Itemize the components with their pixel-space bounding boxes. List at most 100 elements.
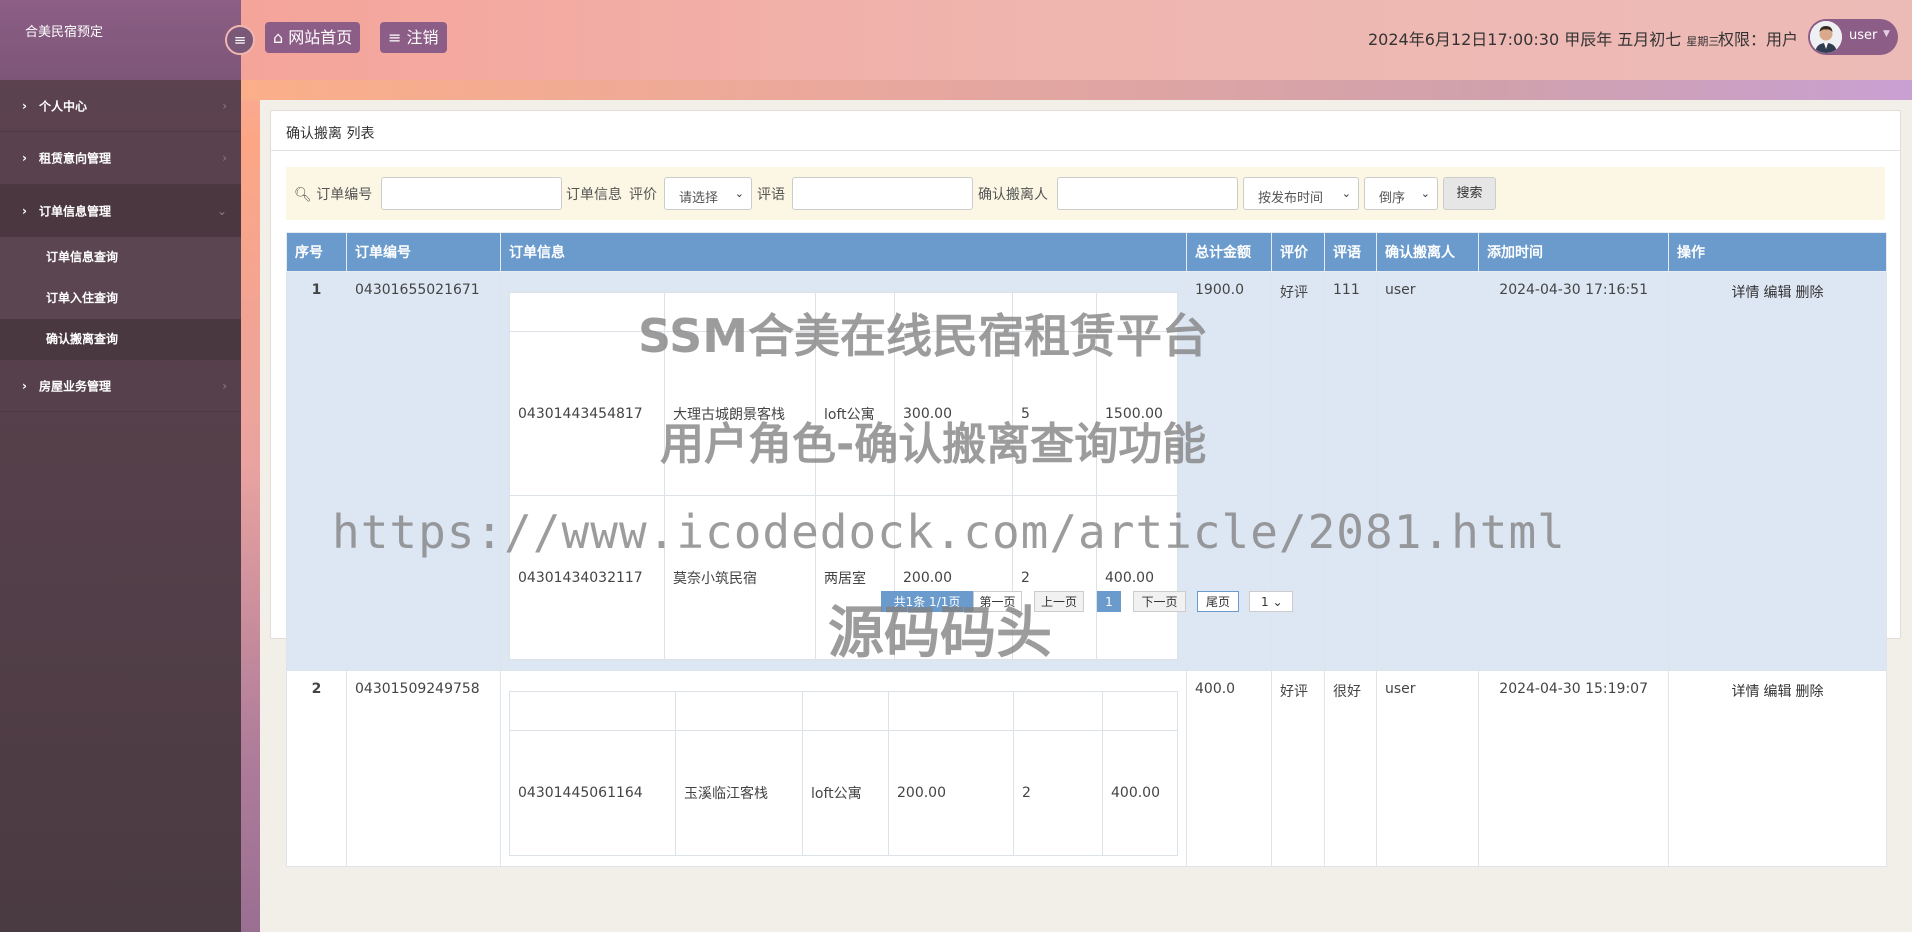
cell-comment: 很好 [1324,670,1377,867]
sort-select[interactable]: 按发布时间 ⌄ [1243,177,1359,210]
nested-header: 租赁月数 [1013,691,1103,731]
detail-link[interactable]: 详情 [1732,285,1760,301]
nested-cell: 两居室 [815,495,895,660]
confirmer-label: 确认搬离人 [978,187,1048,203]
order-no-label-text: 订单编号 [316,187,373,203]
chevron-down-icon: ⌄ [216,203,227,218]
delete-link[interactable]: 删除 [1796,684,1824,700]
nested-header: 每月租赁价格 [888,691,1014,731]
sort-select-value: 按发布时间 [1258,191,1324,206]
sidebar-item-label: 租赁意向管理 [39,151,112,166]
comment-input[interactable] [792,177,973,210]
next-page-button[interactable]: 下一页 [1133,591,1186,612]
header-time: 添加时间 [1478,232,1669,272]
chevron-right-icon: › [22,98,27,113]
pagination: 共1条 1/1页 第一页 上一页 1 下一页 尾页 1 ⌄ [271,591,1900,613]
datetime-display: 2024年6月12日17:00:30 甲辰年 五月初七 星期三 [1368,26,1719,50]
prev-page-button[interactable]: 上一页 [1034,591,1084,612]
panel-title: 确认搬离 列表 [271,111,1900,151]
edit-link[interactable]: 编辑 [1764,285,1792,301]
delete-link[interactable]: 删除 [1796,285,1824,301]
edit-link[interactable]: 编辑 [1764,684,1792,700]
rating-select[interactable]: 请选择 ⌄ [664,177,752,210]
brand-title: 合美民宿预定 [0,0,241,80]
nested-cell: 400.00 [1096,495,1178,660]
sidebar-subitem-checkin-query[interactable]: 订单入住查询 [0,278,241,319]
cell-confirmer: user [1376,670,1479,867]
page-jump-value: 1 [1261,595,1269,609]
order-no-input[interactable] [381,177,562,210]
confirmer-input[interactable] [1057,177,1238,210]
nested-header: 民宿编号 [509,691,676,731]
sidebar-item-order-info[interactable]: › 订单信息管理 ⌄ [0,185,241,237]
order-info-label: 订单信息 [566,187,622,203]
nested-cell: 2 [1013,730,1103,856]
sidebar: 合美民宿预定 › 个人中心 › › 租赁意向管理 › › 订单信息管理 ⌄ 订单… [0,0,241,932]
chevron-right-icon: › [222,151,227,165]
nested-cell: loft公寓 [802,730,889,856]
sidebar-item-house-business[interactable]: › 房屋业务管理 › [0,360,241,412]
detail-link[interactable]: 详情 [1732,684,1760,700]
nested-cell: 200.00 [888,730,1014,856]
menu-toggle-button[interactable]: ≡ [225,25,255,55]
chevron-right-icon: › [222,378,227,393]
order-items-table: 民宿编号 民宿名称 分类 每月租赁价格 租赁月数 小计 043014450611… [509,691,1178,856]
header-index: 序号 [286,232,347,272]
chevron-down-icon: ⌄ [734,187,744,200]
nested-cell: 大理古城朗景客栈 [664,331,816,496]
page-jump-select[interactable]: 1 ⌄ [1249,591,1293,612]
current-page[interactable]: 1 [1097,591,1121,612]
sidebar-item-rental-intent[interactable]: › 租赁意向管理 › [0,132,241,185]
user-menu[interactable]: user ▼ [1808,19,1898,55]
sidebar-item-label: 个人中心 [39,99,88,113]
search-button[interactable]: 搜索 [1443,177,1496,210]
order-no-label: 🔍︎ 订单编号 [294,184,372,204]
pagination-summary: 共1条 1/1页 [881,591,973,612]
order-select-value: 倒序 [1379,191,1406,206]
sidebar-subitem-moveout-query[interactable]: 确认搬离查询 [0,319,241,360]
chevron-right-icon: › [22,378,27,393]
table-row[interactable]: 2 04301509249758 民宿编号 民宿名称 分类 每月租赁价格 租赁月… [286,670,1887,867]
nested-cell: loft公寓 [815,331,895,496]
nested-row: 04301443454817 大理古城朗景客栈 loft公寓 300.00 5 … [509,331,1178,496]
rating-select-value: 请选择 [679,191,719,206]
cell-index: 2 [286,670,347,867]
decorative-gradient-edge [241,0,260,932]
order-select[interactable]: 倒序 ⌄ [1364,177,1438,210]
header-comment: 评语 [1324,232,1377,272]
chevron-down-icon: ⌄ [1341,187,1351,200]
sidebar-subitem-order-query[interactable]: 订单信息查询 [0,237,241,278]
nested-cell: 莫奈小筑民宿 [664,495,816,660]
chevron-right-icon: › [22,151,27,165]
nested-row: 04301434032117 莫奈小筑民宿 两居室 200.00 2 400.0… [509,495,1178,660]
logout-button[interactable]: ≡ 注销 [380,22,447,53]
logout-button-label: 注销 [406,28,439,47]
nested-cell: 04301445061164 [509,730,676,856]
header-order-no: 订单编号 [346,232,501,272]
nested-header: 民宿编号 [509,292,665,332]
caret-down-icon: ▼ [1883,29,1890,39]
cell-order-info: 民宿编号 民宿名称 分类 每月租赁价格 租赁月数 小计 043014450611… [500,670,1187,867]
username: user [1849,28,1878,43]
first-page-button[interactable]: 第一页 [973,591,1022,612]
nested-cell: 1500.00 [1096,331,1178,496]
cell-actions: 详情 编辑 删除 [1668,670,1887,867]
nested-header: 民宿名称 [675,691,803,731]
home-button[interactable]: ⌂ 网站首页 [265,22,361,53]
decorative-gradient-band [241,80,1912,100]
sidebar-item-personal-center[interactable]: › 个人中心 › [0,80,241,132]
table-header-row: 序号 订单编号 订单信息 总计金额 评价 评语 确认搬离人 添加时间 操作 [286,232,1887,272]
chevron-right-icon: › [22,203,27,218]
header-actions: 操作 [1668,232,1887,272]
hamburger-icon: ≡ [233,31,247,49]
rating-label: 评价 [629,187,657,203]
moveout-table: 序号 订单编号 订单信息 总计金额 评价 评语 确认搬离人 添加时间 操作 1 … [286,232,1887,867]
nested-cell: 04301434032117 [509,495,665,660]
nested-header: 分类 [815,292,895,332]
nested-header: 每月租赁价格 [894,292,1013,332]
cell-rating: 好评 [1271,670,1325,867]
chevron-right-icon: › [222,98,227,113]
cell-order-no: 04301509249758 [346,670,501,867]
last-page-button[interactable]: 尾页 [1197,591,1239,612]
nested-header: 租赁月数 [1012,292,1097,332]
